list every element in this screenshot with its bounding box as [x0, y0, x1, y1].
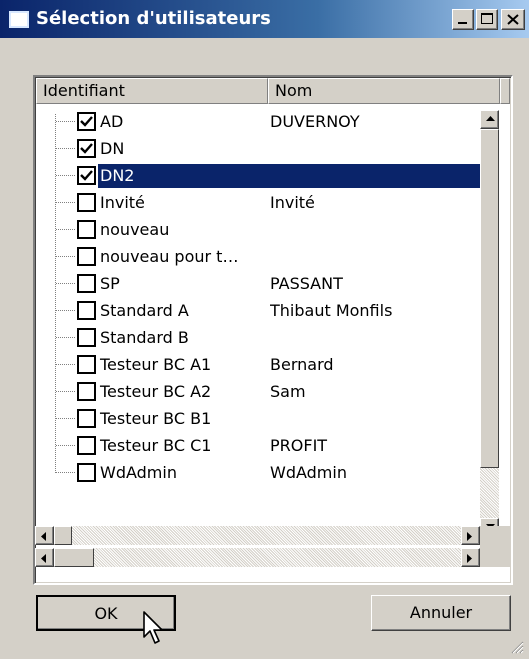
- horizontal-scroll-thumb[interactable]: [54, 548, 94, 567]
- row-nom[interactable]: Thibaut Monfils: [270, 297, 478, 324]
- tree-connector-branch: [56, 418, 76, 419]
- row-identifiant[interactable]: AD: [98, 108, 268, 135]
- tree-connector-branch: [56, 175, 76, 176]
- app-window-icon: [9, 11, 29, 28]
- row-nom[interactable]: Bernard: [270, 351, 478, 378]
- minimize-button[interactable]: [452, 9, 474, 30]
- tree-connector-branch: [56, 256, 76, 257]
- row-nom[interactable]: [270, 405, 478, 432]
- resize-grip-icon[interactable]: [508, 638, 524, 654]
- row-nom[interactable]: DUVERNOY: [270, 108, 478, 135]
- tree-connector-branch: [56, 148, 76, 149]
- column-header-filler: [500, 78, 510, 104]
- row-checkbox[interactable]: [77, 355, 96, 374]
- row-identifiant[interactable]: SP: [98, 270, 268, 297]
- row-nom[interactable]: WdAdmin: [270, 459, 478, 486]
- row-identifiant[interactable]: Testeur BC C1: [98, 432, 268, 459]
- arrow-up-icon: [486, 116, 495, 121]
- tree-connector-branch: [56, 445, 76, 446]
- minimize-icon: [458, 22, 467, 24]
- scroll-left-button[interactable]: [35, 548, 54, 567]
- mouse-pointer-icon: [143, 611, 163, 644]
- row-nom[interactable]: PASSANT: [270, 270, 478, 297]
- row-checkbox[interactable]: [77, 112, 96, 131]
- row-checkbox[interactable]: [77, 436, 96, 455]
- row-identifiant[interactable]: Standard A: [98, 297, 268, 324]
- tree-connector-branch: [56, 121, 76, 122]
- arrow-left-icon: [41, 532, 46, 541]
- scroll-right-button[interactable]: [461, 548, 480, 567]
- tree-connector-branch: [56, 229, 76, 230]
- row-checkbox[interactable]: [77, 328, 96, 347]
- tree-connector-line: [55, 114, 56, 473]
- window-title: Sélection d'utilisateurs: [36, 8, 271, 29]
- row-checkbox[interactable]: [77, 139, 96, 158]
- vertical-scroll-thumb[interactable]: [480, 129, 499, 468]
- horizontal-scrollbar-nom[interactable]: [35, 548, 480, 567]
- row-checkbox[interactable]: [77, 247, 96, 266]
- arrow-right-icon: [467, 554, 472, 563]
- row-identifiant[interactable]: Invité: [98, 189, 268, 216]
- row-identifiant[interactable]: nouveau pour t…: [98, 243, 268, 270]
- row-identifiant[interactable]: nouveau: [98, 216, 268, 243]
- cancel-button[interactable]: Annuler: [371, 595, 511, 631]
- row-checkbox[interactable]: [77, 301, 96, 320]
- row-checkbox[interactable]: [77, 193, 96, 212]
- row-identifiant[interactable]: DN: [98, 135, 268, 162]
- row-nom[interactable]: PROFIT: [270, 432, 478, 459]
- row-identifiant[interactable]: DN2: [98, 162, 268, 189]
- check-icon: [80, 170, 93, 181]
- scroll-right-button[interactable]: [461, 526, 480, 545]
- row-checkbox[interactable]: [77, 463, 96, 482]
- tree-connector-branch: [56, 310, 76, 311]
- scrollbar-corner: [480, 526, 510, 567]
- row-identifiant[interactable]: Standard B: [98, 324, 268, 351]
- horizontal-scrollbar-identifiant[interactable]: [35, 526, 480, 545]
- row-nom[interactable]: Invité: [270, 189, 478, 216]
- row-checkbox[interactable]: [77, 274, 96, 293]
- tree-connector-branch: [56, 337, 76, 338]
- row-nom[interactable]: Sam: [270, 378, 478, 405]
- scroll-up-button[interactable]: [480, 110, 499, 129]
- row-checkbox[interactable]: [77, 166, 96, 185]
- row-nom[interactable]: [270, 135, 478, 162]
- row-identifiant[interactable]: WdAdmin: [98, 459, 268, 486]
- row-nom[interactable]: [270, 243, 478, 270]
- tree-connector-branch: [56, 202, 76, 203]
- column-header-identifiant[interactable]: Identifiant: [36, 78, 268, 104]
- scroll-left-button[interactable]: [35, 526, 54, 545]
- row-checkbox[interactable]: [77, 382, 96, 401]
- tree-connector-branch: [56, 391, 76, 392]
- close-icon: [507, 14, 519, 25]
- tree-connector-branch: [56, 472, 76, 473]
- tree-connector-branch: [56, 283, 76, 284]
- horizontal-scroll-thumb[interactable]: [54, 526, 72, 545]
- tree-connector-branch: [56, 364, 76, 365]
- maximize-button[interactable]: [476, 9, 498, 30]
- check-icon: [80, 116, 93, 127]
- column-header-nom[interactable]: Nom: [268, 78, 500, 104]
- row-checkbox[interactable]: [77, 220, 96, 239]
- close-button[interactable]: [501, 9, 525, 30]
- row-checkbox[interactable]: [77, 409, 96, 428]
- maximize-icon: [481, 13, 493, 24]
- check-icon: [80, 143, 93, 154]
- row-nom[interactable]: [270, 162, 478, 189]
- arrow-right-icon: [467, 532, 472, 541]
- row-identifiant[interactable]: Testeur BC A2: [98, 378, 268, 405]
- row-nom[interactable]: [270, 324, 478, 351]
- row-identifiant[interactable]: Testeur BC B1: [98, 405, 268, 432]
- row-identifiant[interactable]: Testeur BC A1: [98, 351, 268, 378]
- row-nom[interactable]: [270, 216, 478, 243]
- arrow-left-icon: [41, 554, 46, 563]
